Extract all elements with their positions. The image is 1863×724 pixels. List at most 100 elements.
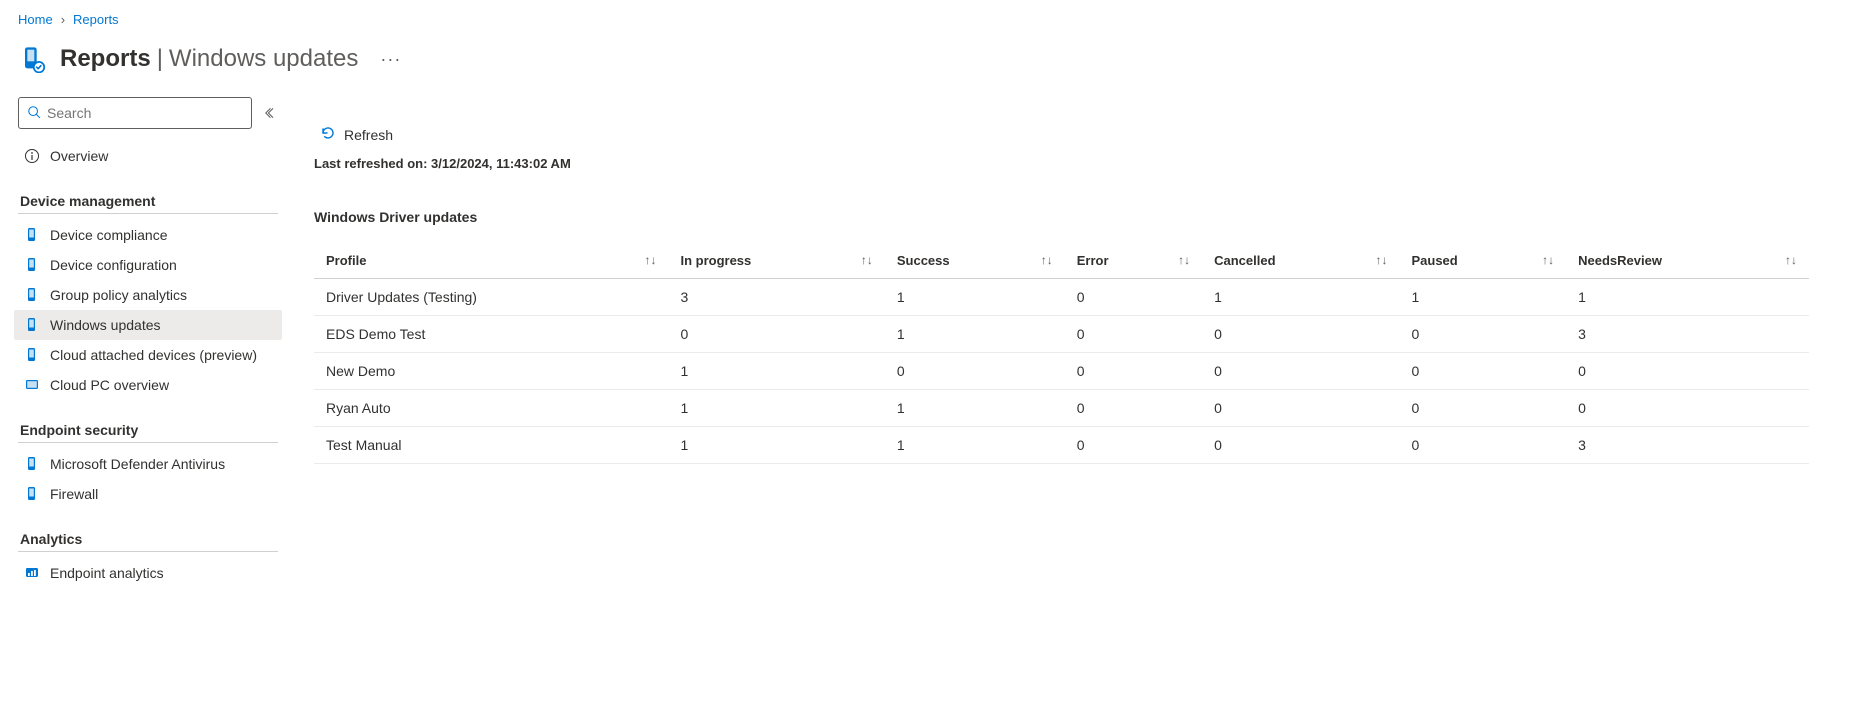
collapse-sidebar-button[interactable] [264, 106, 278, 120]
column-label: Success [897, 253, 950, 268]
page-header: Reports | Windows updates ··· [18, 45, 1845, 73]
table-cell: 0 [1566, 353, 1809, 390]
device-icon [24, 227, 40, 243]
cloud-pc-icon [24, 377, 40, 393]
sidebar-item-group-policy-analytics[interactable]: Group policy analytics [14, 280, 282, 310]
column-header-needs-review[interactable]: NeedsReview ↑↓ [1566, 243, 1809, 279]
table-cell: Driver Updates (Testing) [314, 279, 668, 316]
search-input-wrap[interactable] [18, 97, 252, 129]
breadcrumb-reports[interactable]: Reports [73, 12, 119, 27]
divider [18, 213, 278, 214]
table-cell: 1 [668, 427, 884, 464]
divider [18, 551, 278, 552]
device-icon [24, 347, 40, 363]
table-cell: 0 [1065, 353, 1202, 390]
sidebar-section-analytics: Analytics [20, 531, 274, 547]
table-row[interactable]: Driver Updates (Testing)310111 [314, 279, 1809, 316]
breadcrumb-home[interactable]: Home [18, 12, 53, 27]
sidebar-item-defender-antivirus[interactable]: Microsoft Defender Antivirus [14, 449, 282, 479]
sidebar: Overview Device management Device compli… [18, 97, 278, 588]
table-cell: 0 [1202, 316, 1399, 353]
column-header-paused[interactable]: Paused ↑↓ [1399, 243, 1566, 279]
table-cell: 1 [885, 427, 1065, 464]
table-cell: 0 [1065, 390, 1202, 427]
column-header-error[interactable]: Error ↑↓ [1065, 243, 1202, 279]
sort-icon[interactable]: ↑↓ [1178, 253, 1190, 267]
table-cell: EDS Demo Test [314, 316, 668, 353]
analytics-icon [24, 565, 40, 581]
sort-icon[interactable]: ↑↓ [1375, 253, 1387, 267]
sidebar-item-overview[interactable]: Overview [14, 141, 282, 171]
sidebar-item-cloud-attached-devices[interactable]: Cloud attached devices (preview) [14, 340, 282, 370]
table-cell: 0 [1399, 353, 1566, 390]
breadcrumb: Home › Reports [18, 12, 1845, 27]
table-cell: 0 [1566, 390, 1809, 427]
sort-icon[interactable]: ↑↓ [644, 253, 656, 267]
sidebar-item-device-configuration[interactable]: Device configuration [14, 250, 282, 280]
refresh-label: Refresh [344, 127, 393, 143]
table-cell: 1 [1399, 279, 1566, 316]
search-input[interactable] [47, 105, 243, 121]
page-title-sub: Windows updates [169, 45, 358, 73]
column-header-cancelled[interactable]: Cancelled ↑↓ [1202, 243, 1399, 279]
sidebar-item-windows-updates[interactable]: Windows updates [14, 310, 282, 340]
sidebar-section-device-management: Device management [20, 193, 274, 209]
table-cell: 1 [668, 353, 884, 390]
sidebar-item-label: Device compliance [50, 227, 168, 243]
column-header-success[interactable]: Success ↑↓ [885, 243, 1065, 279]
table-cell: 1 [1202, 279, 1399, 316]
table-cell: 1 [885, 316, 1065, 353]
column-header-in-progress[interactable]: In progress ↑↓ [668, 243, 884, 279]
driver-updates-table: Profile ↑↓ In progress ↑↓ Success ↑↓ E [314, 243, 1809, 464]
table-cell: 0 [1202, 390, 1399, 427]
sidebar-item-label: Cloud PC overview [50, 377, 169, 393]
sidebar-item-label: Microsoft Defender Antivirus [50, 456, 225, 472]
table-cell: 0 [1202, 353, 1399, 390]
page-title-main: Reports [60, 45, 151, 73]
refresh-button[interactable]: Refresh [314, 121, 399, 148]
table-cell: 1 [885, 279, 1065, 316]
sort-icon[interactable]: ↑↓ [1041, 253, 1053, 267]
column-label: Error [1077, 253, 1109, 268]
sidebar-item-cloud-pc-overview[interactable]: Cloud PC overview [14, 370, 282, 400]
section-title: Windows Driver updates [314, 209, 1809, 225]
device-icon [24, 317, 40, 333]
table-cell: 3 [668, 279, 884, 316]
table-row[interactable]: Ryan Auto110000 [314, 390, 1809, 427]
table-cell: 0 [1202, 427, 1399, 464]
table-cell: 0 [1065, 316, 1202, 353]
divider [18, 442, 278, 443]
table-row[interactable]: Test Manual110003 [314, 427, 1809, 464]
sidebar-item-label: Overview [50, 148, 108, 164]
column-header-profile[interactable]: Profile ↑↓ [314, 243, 668, 279]
page-title-sep: | [157, 45, 163, 73]
sidebar-item-firewall[interactable]: Firewall [14, 479, 282, 509]
table-cell: 0 [668, 316, 884, 353]
table-row[interactable]: EDS Demo Test010003 [314, 316, 1809, 353]
sort-icon[interactable]: ↑↓ [861, 253, 873, 267]
last-refreshed-value: 3/12/2024, 11:43:02 AM [431, 156, 571, 171]
main-content: Refresh Last refreshed on: 3/12/2024, 11… [278, 97, 1845, 588]
sidebar-item-label: Device configuration [50, 257, 177, 273]
sort-icon[interactable]: ↑↓ [1785, 253, 1797, 267]
table-cell: 3 [1566, 316, 1809, 353]
table-cell: 0 [1399, 390, 1566, 427]
last-refreshed-label: Last refreshed on: [314, 156, 427, 171]
refresh-icon [320, 125, 336, 144]
chevron-right-icon: › [61, 12, 65, 27]
table-cell: 0 [885, 353, 1065, 390]
table-cell: 0 [1065, 427, 1202, 464]
table-cell: 1 [668, 390, 884, 427]
sort-icon[interactable]: ↑↓ [1542, 253, 1554, 267]
device-icon [24, 287, 40, 303]
sidebar-item-label: Cloud attached devices (preview) [50, 347, 257, 363]
reports-icon [18, 45, 46, 73]
sidebar-item-device-compliance[interactable]: Device compliance [14, 220, 282, 250]
sidebar-item-label: Firewall [50, 486, 98, 502]
search-icon [27, 105, 41, 122]
sidebar-item-endpoint-analytics[interactable]: Endpoint analytics [14, 558, 282, 588]
table-row[interactable]: New Demo100000 [314, 353, 1809, 390]
device-icon [24, 486, 40, 502]
sidebar-item-label: Endpoint analytics [50, 565, 164, 581]
more-actions-button[interactable]: ··· [372, 49, 409, 70]
